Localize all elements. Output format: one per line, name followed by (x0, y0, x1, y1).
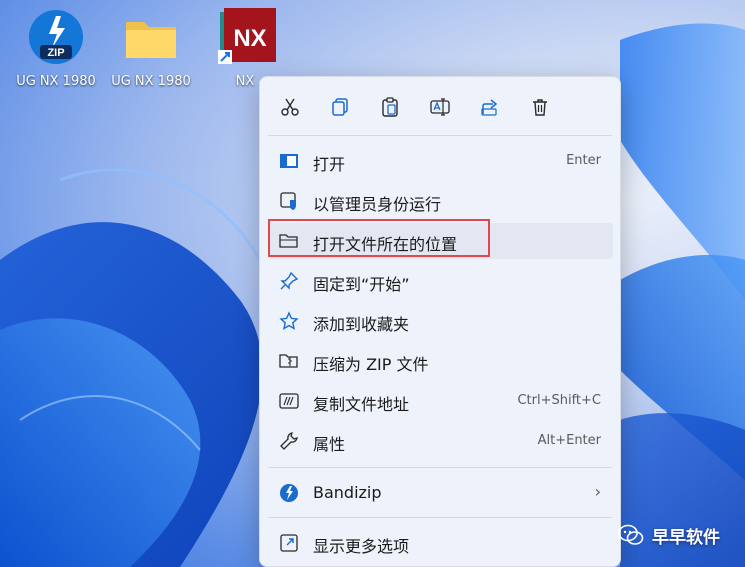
zip-badge: ZIP (47, 47, 64, 59)
more-options-icon (279, 533, 299, 553)
desktop-icon-ug-nx-folder[interactable]: UG NX 1980 (105, 8, 197, 89)
open-window-icon (279, 151, 299, 171)
menu-item-add-to-favorites[interactable]: 添加到收藏夹 (269, 303, 613, 339)
copy-button[interactable] (326, 93, 354, 121)
share-button[interactable] (476, 93, 504, 121)
cut-button[interactable] (276, 93, 304, 121)
menu-item-label: 固定到“开始” (313, 275, 410, 294)
menu-item-bandizip[interactable]: Bandizip › (269, 475, 613, 511)
menu-item-show-more-options[interactable]: 显示更多选项 (269, 525, 613, 561)
watermark-text: 早早软件 (652, 527, 720, 548)
delete-button[interactable] (526, 93, 554, 121)
menu-item-compress-zip[interactable]: 压缩为 ZIP 文件 (269, 343, 613, 379)
context-quick-actions (260, 77, 620, 135)
menu-item-shortcut: Ctrl+Shift+C (517, 393, 601, 408)
pin-icon (279, 271, 299, 291)
menu-item-open-file-location[interactable]: 打开文件所在的位置 (269, 223, 613, 259)
zip-archive-icon: ZIP (27, 8, 85, 66)
admin-shield-icon (279, 191, 299, 211)
paste-button[interactable] (376, 93, 404, 121)
menu-item-open[interactable]: 打开 Enter (269, 143, 613, 179)
folder-open-icon (279, 231, 299, 251)
menu-item-shortcut: Enter (566, 153, 601, 168)
star-icon (279, 311, 299, 331)
menu-divider (268, 467, 612, 468)
menu-divider (268, 517, 612, 518)
wrench-icon (279, 431, 299, 451)
rename-button[interactable] (426, 93, 454, 121)
menu-item-pin-to-start[interactable]: 固定到“开始” (269, 263, 613, 299)
menu-item-label: 以管理员身份运行 (313, 195, 442, 214)
wechat-icon (618, 524, 644, 545)
menu-item-copy-path[interactable]: 复制文件地址 Ctrl+Shift+C (269, 383, 613, 419)
clipboard-icon (382, 97, 398, 117)
menu-item-label: 属性 (313, 435, 346, 454)
zip-folder-icon (279, 351, 299, 371)
nx-badge: NX (233, 25, 266, 52)
share-icon (481, 99, 498, 116)
context-menu: 打开 Enter 以管理员身份运行 打开文件所在的位置 固定到“开始” 添加到收… (259, 76, 621, 567)
bandizip-icon (279, 483, 299, 503)
watermark: 早早软件 (618, 521, 720, 549)
desktop-icon-label: UG NX 1980 (16, 74, 96, 89)
scissors-icon (281, 98, 299, 116)
menu-item-label: Bandizip (313, 483, 382, 502)
menu-item-label: 打开文件所在的位置 (313, 235, 458, 254)
copy-icon (332, 98, 348, 116)
trash-icon (533, 99, 547, 116)
copy-path-icon (279, 391, 299, 411)
desktop-icon-ug-nx-zip[interactable]: ZIP UG NX 1980 (10, 8, 102, 89)
menu-divider (268, 135, 612, 136)
menu-item-shortcut: Alt+Enter (537, 433, 601, 448)
menu-item-label: 添加到收藏夹 (313, 315, 410, 334)
desktop-icon-label: UG NX 1980 (111, 74, 191, 89)
menu-item-label: 显示更多选项 (313, 537, 410, 556)
menu-item-properties[interactable]: 属性 Alt+Enter (269, 423, 613, 459)
chevron-right-icon: › (594, 482, 601, 501)
nx-app-shortcut-icon: NX (216, 8, 276, 66)
folder-icon (122, 8, 180, 66)
rename-icon (430, 98, 450, 116)
menu-item-label: 压缩为 ZIP 文件 (313, 355, 429, 374)
menu-item-label: 打开 (313, 155, 346, 174)
menu-item-run-as-admin[interactable]: 以管理员身份运行 (269, 183, 613, 219)
menu-item-label: 复制文件地址 (313, 395, 410, 414)
